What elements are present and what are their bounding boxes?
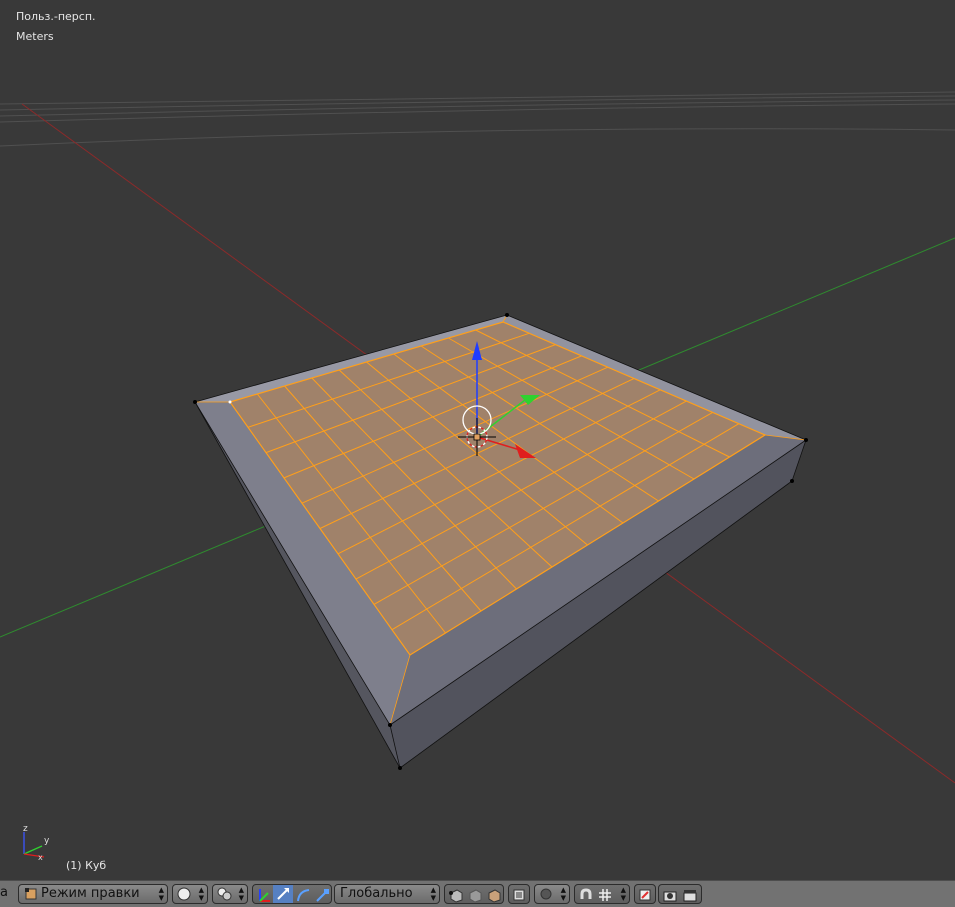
translate-button[interactable] [273,885,293,903]
snap-group: ▲ ▼ [574,884,630,904]
face-select-icon[interactable] [486,887,502,903]
pivot-point-icon [217,887,232,901]
axis-z-label: z [23,824,28,834]
mesh-object[interactable] [193,313,808,770]
select-arrows-icon: ▲ ▼ [238,886,244,902]
orientation-select[interactable]: Глобально ▲ ▼ [334,884,440,904]
solid-sphere-icon [177,887,191,901]
pivot-select[interactable]: ▲ ▼ [212,884,248,904]
rotate-icon[interactable] [295,887,311,903]
shading-select[interactable]: ▲ ▼ [172,884,208,904]
snap-target-icon[interactable] [597,887,613,903]
mode-select-label: Режим правки [41,886,140,901]
select-arrows-icon: ▲ ▼ [620,886,626,902]
view-name-label: Польз.-персп. [16,10,96,23]
proportional-edit-icon [540,888,552,900]
vertex-select-icon[interactable] [448,887,464,903]
magnet-icon[interactable] [578,887,594,903]
axis-y-label: y [44,836,50,846]
limit-selection-icon [513,889,525,901]
translate-arrow-icon [277,888,289,900]
scale-icon[interactable] [314,887,330,903]
truncated-menu-text[interactable]: a [0,885,8,900]
orientation-select-label: Глобально [340,886,413,901]
select-arrows-icon: ▲ ▼ [158,886,164,902]
select-arrows-icon: ▲ ▼ [560,886,566,902]
render-group [658,884,702,904]
mode-select[interactable]: Режим правки ▲ ▼ [18,884,168,904]
units-label: Meters [16,30,54,43]
object-info-label: (1) Куб [66,859,107,872]
camera-render-icon[interactable] [662,887,678,903]
viewport-header: a Режим правки ▲ ▼ ▲ ▼ ▲ ▼ Глобально ▲ ▼… [0,880,955,907]
edge-select-icon[interactable] [467,887,483,903]
edit-mode-icon [25,888,37,900]
proportional-edit-select[interactable]: ▲ ▼ [534,884,570,904]
limit-selection-button[interactable] [508,884,530,904]
manipulator-icon[interactable] [256,887,272,903]
clapper-icon[interactable] [682,887,698,903]
snap-extra-icon [639,889,651,901]
select-arrows-icon: ▲ ▼ [430,886,436,902]
scene-canvas[interactable] [0,0,955,880]
axis-x-label: x [38,853,43,862]
3d-viewport[interactable]: Польз.-персп. Meters z y x (1) Куб [0,0,955,880]
snap-extra-button[interactable] [634,884,656,904]
select-mode-group [444,884,504,904]
manipulator-group [252,884,332,904]
mini-axes-widget: z y x [23,824,50,862]
horizon-grid [0,91,955,147]
select-arrows-icon: ▲ ▼ [198,886,204,902]
